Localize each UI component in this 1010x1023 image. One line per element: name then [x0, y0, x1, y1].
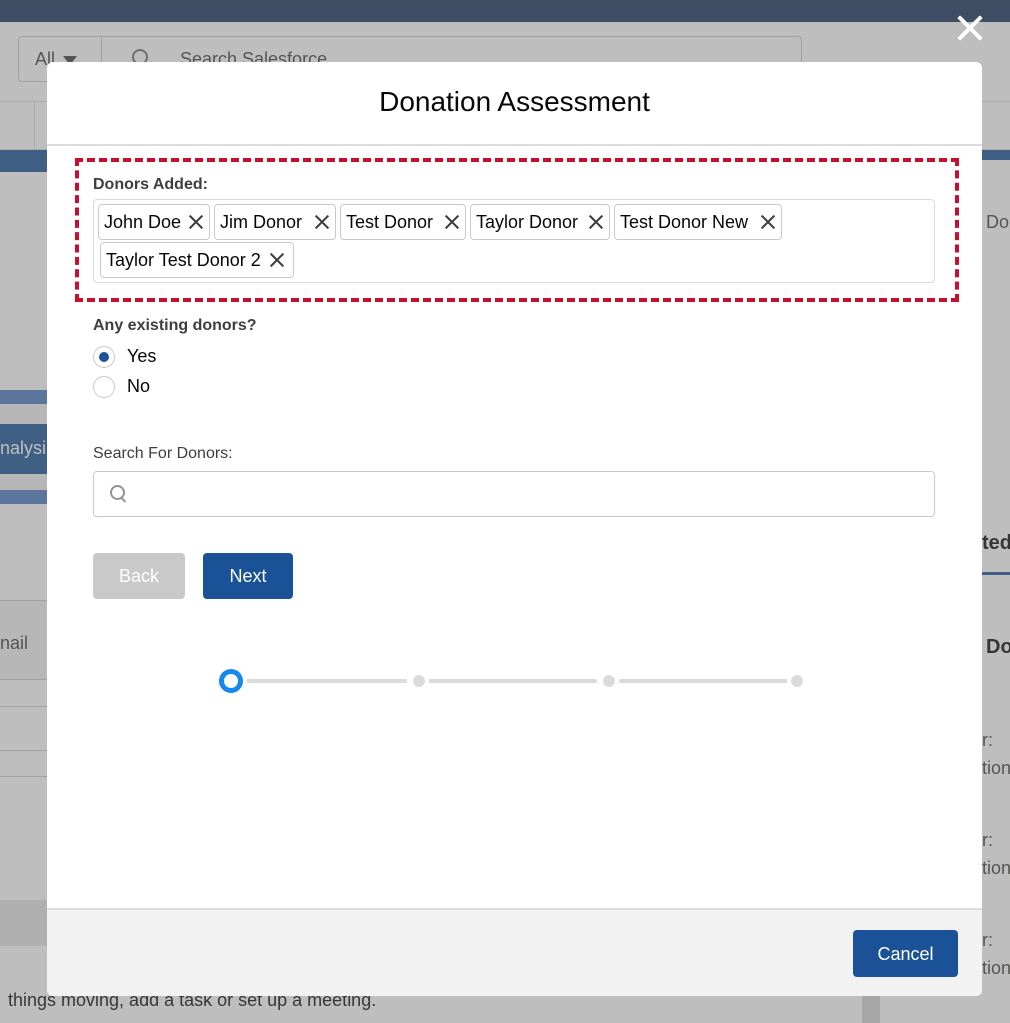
next-button[interactable]: Next: [203, 553, 293, 599]
donor-pill-label: Taylor Donor: [476, 212, 579, 232]
radio-label-yes: Yes: [127, 346, 157, 366]
donor-pill[interactable]: Jim Donor: [214, 204, 336, 240]
donor-pill[interactable]: John Doe: [98, 204, 210, 240]
modal-title: Donation Assessment: [379, 86, 650, 117]
progress-line: [619, 679, 787, 683]
radio-label-no: No: [127, 376, 151, 396]
modal-header: Donation Assessment: [47, 62, 982, 146]
progress-line: [429, 679, 597, 683]
donor-pill-container: John Doe Jim Donor Test Donor Taylor Don…: [93, 199, 935, 283]
radio-button-no[interactable]: [93, 376, 115, 398]
search-donors-label: Search For Donors:: [93, 445, 233, 462]
donor-pill-label: Taylor Test Donor 2: [106, 250, 261, 270]
progress-step-4[interactable]: [791, 675, 803, 687]
radio-option-yes[interactable]: Yes: [93, 344, 173, 370]
donors-added-label: Donors Added:: [93, 176, 208, 193]
donor-search-field[interactable]: [93, 471, 935, 517]
radio-option-no[interactable]: No: [93, 374, 173, 400]
donor-pill[interactable]: Test Donor: [340, 204, 466, 240]
radio-button-yes[interactable]: [93, 346, 115, 368]
progress-step-1-active[interactable]: [219, 669, 243, 693]
modal-footer: [47, 908, 982, 996]
remove-icon[interactable]: [444, 214, 460, 230]
progress-line: [247, 679, 407, 683]
remove-icon[interactable]: [269, 252, 285, 268]
donor-pill-label: Test Donor New: [620, 212, 749, 232]
donor-pill[interactable]: Test Donor New: [614, 204, 782, 240]
donor-pill[interactable]: Taylor Donor: [470, 204, 610, 240]
cancel-button[interactable]: Cancel: [853, 930, 958, 977]
donor-search-input[interactable]: [142, 472, 922, 516]
donation-assessment-modal: Donation Assessment Donors Added: John D…: [47, 62, 982, 996]
remove-icon[interactable]: [314, 214, 330, 230]
remove-icon[interactable]: [588, 214, 604, 230]
existing-donors-question: Any existing donors?: [93, 317, 257, 334]
search-icon: [110, 485, 128, 503]
donor-pill-label: John Doe: [104, 212, 182, 232]
remove-icon[interactable]: [760, 214, 776, 230]
progress-step-3[interactable]: [603, 675, 615, 687]
donor-pill-label: Test Donor: [346, 212, 434, 232]
progress-step-2[interactable]: [413, 675, 425, 687]
donor-pill[interactable]: Taylor Test Donor 2: [100, 242, 294, 278]
remove-icon[interactable]: [188, 214, 204, 230]
close-icon[interactable]: [952, 10, 988, 46]
donor-pill-label: Jim Donor: [220, 212, 303, 232]
progress-indicator: [219, 669, 809, 693]
back-button[interactable]: Back: [93, 553, 185, 599]
